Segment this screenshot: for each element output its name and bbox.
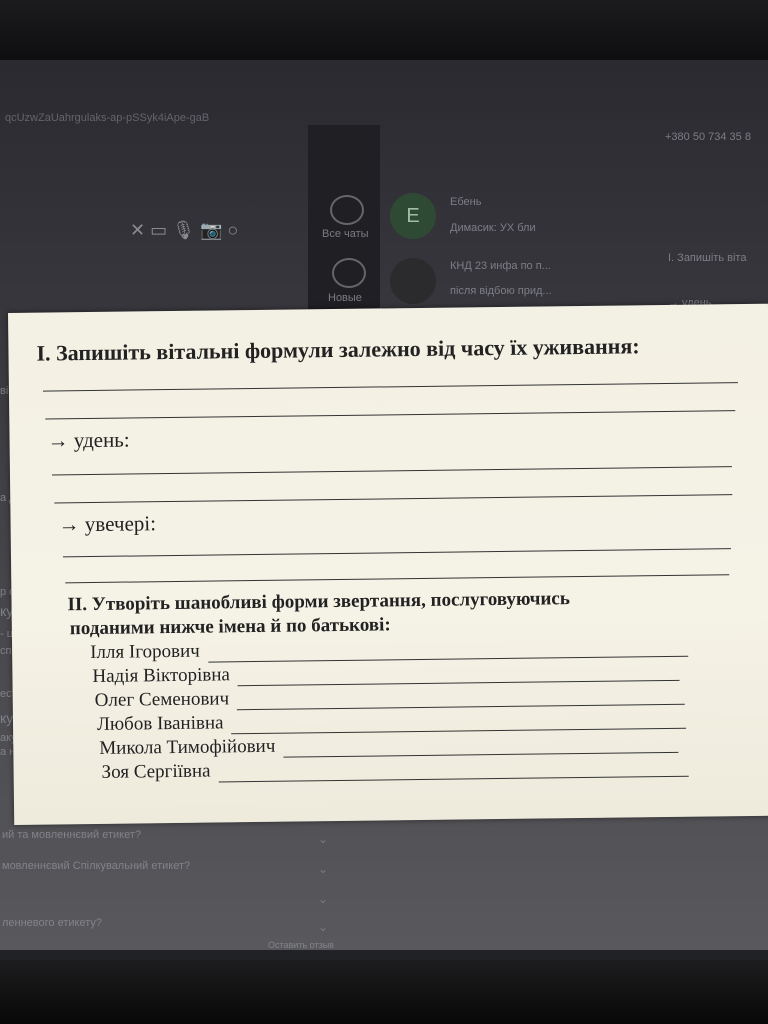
task2-title-line2: поданими нижче імена й по батькові: xyxy=(69,614,391,640)
chat-name[interactable]: Ебень xyxy=(450,196,481,208)
name-label: Олег Семенович xyxy=(94,688,230,711)
chevron-down-icon[interactable]: ⌄ xyxy=(318,862,328,876)
preview-heading: І. Запишіть віта xyxy=(668,252,747,264)
monitor-bezel-bottom xyxy=(0,960,768,1024)
chat-tab-new[interactable]: Новые xyxy=(328,292,362,304)
answer-line xyxy=(218,759,689,783)
url-fragment: qcUzwZaUahrgulaks-ap-pSSyk4iApe-gaB xyxy=(5,112,210,124)
chat-name[interactable]: КНД 23 инфа по п... xyxy=(450,260,551,272)
chat-preview: після відбою прид... xyxy=(450,285,552,297)
chat-tab-all[interactable]: Все чаты xyxy=(322,228,369,240)
chevron-down-icon[interactable]: ⌄ xyxy=(318,832,328,846)
chat-bubble-icon xyxy=(332,258,366,288)
faq-question[interactable]: ленневого етикету? xyxy=(2,917,102,929)
avatar: E xyxy=(390,193,436,239)
name-row: Зоя Сергіївна xyxy=(101,755,689,784)
answer-line xyxy=(65,574,730,584)
worksheet-paper: І. Запишіть вітальні формули залежно від… xyxy=(8,303,768,825)
evening-label: → увечері: xyxy=(58,511,157,537)
answer-line xyxy=(62,548,731,558)
day-label: → удень: xyxy=(47,427,130,453)
chevron-down-icon[interactable]: ⌄ xyxy=(318,920,328,934)
faq-question[interactable]: ий та мовленнєвий етикет? xyxy=(2,829,141,841)
feedback-link[interactable]: Оставить отзыв xyxy=(268,940,334,950)
left-fragment: ві xyxy=(0,385,9,397)
name-label: Надія Вікторівна xyxy=(92,664,231,687)
answer-line xyxy=(54,494,733,504)
name-label: Любов Іванівна xyxy=(96,712,224,735)
name-label: Микола Тимофійович xyxy=(99,735,276,759)
answer-line xyxy=(283,735,679,758)
toolbar-icons: ✕ ▭ 🎙 📷 ○ xyxy=(130,220,239,240)
phone-number: +380 50 734 35 8 xyxy=(665,131,751,143)
name-label: Ілля Ігорович xyxy=(90,640,200,664)
task2-title-line1: ІІ. Утворіть шанобливі форми звертання, … xyxy=(67,588,570,616)
task1-title: І. Запишіть вітальні формули залежно від… xyxy=(36,333,640,366)
faq-question[interactable]: мовленнєвий Спілкувальний етикет? xyxy=(2,860,190,872)
answer-line xyxy=(45,410,736,420)
chat-preview: Димасик: УХ бли xyxy=(450,222,536,234)
answer-line xyxy=(51,466,732,476)
answer-line xyxy=(42,382,738,392)
chat-bubble-icon xyxy=(330,195,364,225)
chevron-down-icon[interactable]: ⌄ xyxy=(318,892,328,906)
avatar xyxy=(390,258,436,304)
name-label: Зоя Сергіївна xyxy=(101,760,211,783)
